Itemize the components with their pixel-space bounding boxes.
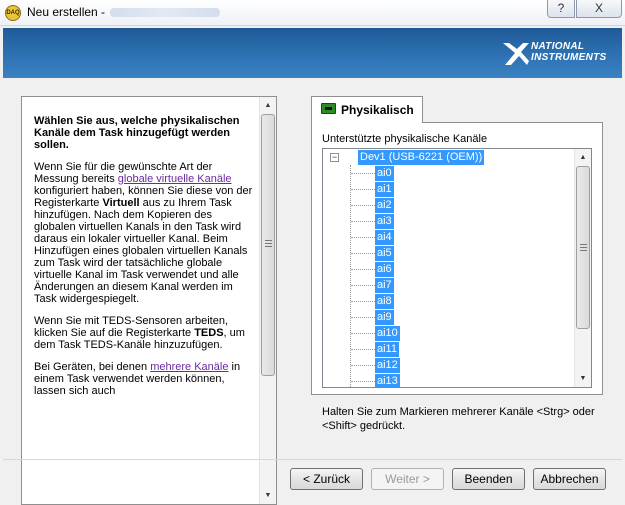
footer-separator [3, 459, 622, 460]
app-icon: DAQ [5, 5, 21, 21]
scroll-down-arrow-icon[interactable]: ▼ [260, 487, 276, 504]
tree-scrollbar[interactable]: ▲ ▼ [574, 149, 591, 387]
content-area: Wählen Sie aus, welche physikalischen Ka… [3, 78, 622, 505]
collapse-icon[interactable]: − [330, 153, 339, 162]
channel-item-ai4[interactable]: ai4 [375, 230, 394, 245]
multi-select-hint: Halten Sie zum Markieren mehrerer Kanäle… [322, 406, 595, 432]
help-pane[interactable]: Wählen Sie aus, welche physikalischen Ka… [21, 96, 277, 505]
scroll-up-arrow-icon[interactable]: ▲ [260, 97, 276, 114]
channel-item-ai3[interactable]: ai3 [375, 214, 394, 229]
help-scrollbar[interactable]: ▲ ▼ [259, 97, 276, 504]
tab-physical[interactable]: Physikalisch [311, 96, 423, 123]
channel-item-ai9[interactable]: ai9 [375, 310, 394, 325]
global-virtual-channels-link[interactable]: globale virtuelle Kanäle [118, 173, 232, 185]
help-button[interactable]: ? [547, 0, 575, 18]
window-title: Neu erstellen - [27, 5, 106, 19]
channel-item-ai10[interactable]: ai10 [375, 326, 400, 341]
channel-item-ai2[interactable]: ai2 [375, 198, 394, 213]
tree-scroll-thumb[interactable] [576, 166, 590, 329]
help-paragraph-teds: Wenn Sie mit TEDS-Sensoren arbeiten, kli… [34, 315, 245, 351]
ni-eagle-icon [503, 43, 529, 65]
finish-button[interactable]: Beenden [452, 468, 525, 490]
channel-item-ai13[interactable]: ai13 [375, 374, 400, 387]
next-button[interactable]: Weiter > [371, 468, 444, 490]
device-icon [321, 103, 336, 114]
help-heading: Wählen Sie aus, welche physikalischen Ka… [34, 115, 240, 151]
tab-physical-label: Physikalisch [341, 103, 414, 117]
physical-tab-panel: Unterstützte physikalische Kanäle − Dev1… [311, 122, 603, 395]
title-redacted-text [110, 8, 220, 17]
title-bar: DAQ Neu erstellen - ? X [0, 0, 625, 26]
logo-line2: INSTRUMENTS [531, 52, 607, 63]
national-instruments-logo: NATIONAL INSTRUMENTS [501, 36, 617, 72]
header-banner: NATIONAL INSTRUMENTS [3, 28, 622, 78]
channel-item-ai0[interactable]: ai0 [375, 166, 394, 181]
back-button[interactable]: < Zurück [290, 468, 363, 490]
channel-item-ai11[interactable]: ai11 [375, 342, 399, 357]
multiple-channels-link[interactable]: mehrere Kanäle [150, 361, 228, 373]
help-paragraph-devices: Bei Geräten, bei denen mehrere Kanäle in… [34, 361, 241, 397]
tree-scroll-down-icon[interactable]: ▼ [575, 370, 591, 387]
logo-line1: NATIONAL [531, 41, 585, 52]
tree-device-node[interactable]: Dev1 (USB-6221 (OEM)) [358, 150, 485, 165]
help-paragraph-virtual: Wenn Sie für die gewünschte Art der Mess… [34, 161, 253, 305]
channel-tree[interactable]: − Dev1 (USB-6221 (OEM)) ▲ ▼ ai0 ai1 ai2 ai3… [322, 148, 592, 388]
channel-item-ai8[interactable]: ai8 [375, 294, 394, 309]
channel-item-ai5[interactable]: ai5 [375, 246, 394, 261]
cancel-button[interactable]: Abbrechen [533, 468, 606, 490]
help-scroll-thumb[interactable] [261, 114, 275, 376]
channel-item-ai7[interactable]: ai7 [375, 278, 394, 293]
close-button[interactable]: X [576, 0, 622, 18]
channel-item-ai12[interactable]: ai12 [375, 358, 400, 373]
help-text: Wählen Sie aus, welche physikalischen Ka… [34, 115, 256, 407]
tree-scroll-up-icon[interactable]: ▲ [575, 149, 591, 166]
supported-channels-label: Unterstützte physikalische Kanäle [322, 133, 488, 145]
channel-item-ai6[interactable]: ai6 [375, 262, 394, 277]
channel-item-ai1[interactable]: ai1 [375, 182, 394, 197]
